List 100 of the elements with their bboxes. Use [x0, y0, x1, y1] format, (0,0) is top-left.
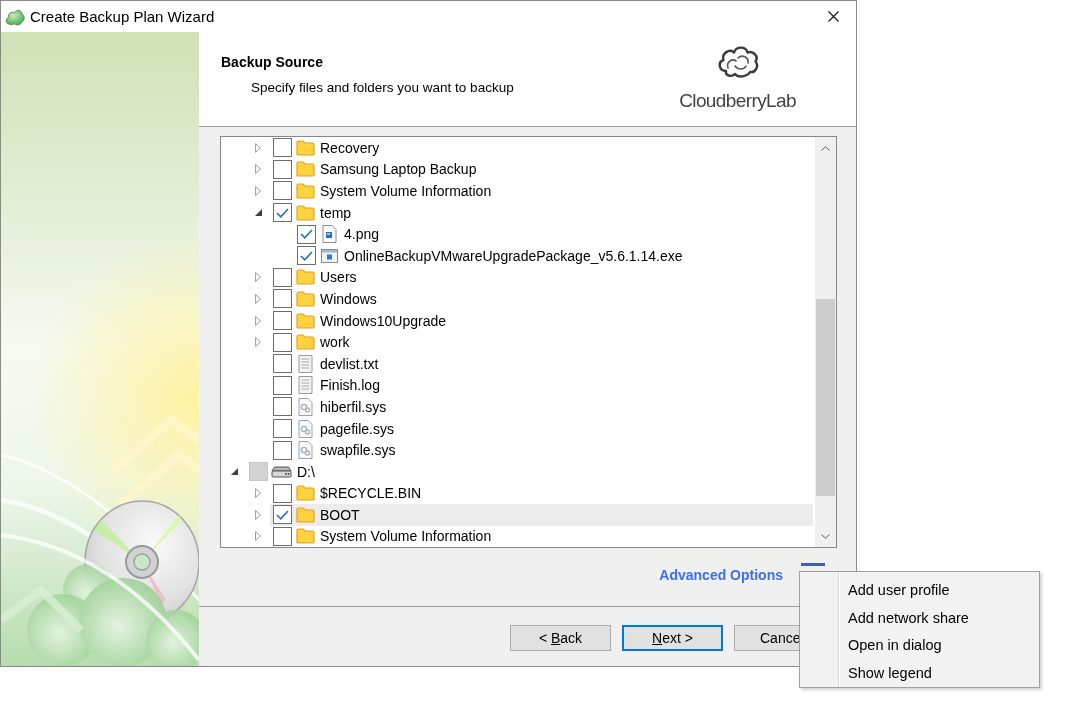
tree-item-label: Samsung Laptop Backup: [320, 161, 477, 178]
tree-item-label: $RECYCLE.BIN: [320, 485, 422, 502]
tree-item-label: System Volume Information: [320, 528, 492, 545]
checkbox[interactable]: [273, 138, 292, 158]
tree-item-label: work: [320, 334, 350, 351]
tree-row[interactable]: OnlineBackupVMwareUpgradePackage_v5.6.1.14.exe: [294, 244, 813, 267]
checkbox[interactable]: [297, 224, 316, 244]
checkbox[interactable]: [273, 505, 292, 525]
folder-icon: [296, 161, 315, 178]
tree-row[interactable]: Windows: [270, 288, 813, 310]
folder-icon: [296, 334, 315, 351]
tree-row[interactable]: temp: [270, 201, 813, 224]
window-title: Create Backup Plan Wizard: [30, 7, 215, 26]
checkbox[interactable]: [273, 483, 292, 503]
collapsed-triangle-icon[interactable]: [255, 315, 261, 326]
text-file-icon: [296, 376, 315, 395]
tree-item-label: OnlineBackupVMwareUpgradePackage_v5.6.1.14.exe: [344, 247, 683, 264]
checkbox[interactable]: [273, 289, 292, 309]
expanded-triangle-icon[interactable]: [254, 209, 262, 217]
text-file-icon: [296, 354, 315, 373]
tree-item-label: hiberfil.sys: [320, 398, 387, 415]
checkbox[interactable]: [273, 181, 292, 201]
folder-icon: [296, 290, 315, 307]
collapsed-triangle-icon[interactable]: [255, 509, 261, 520]
expanded-triangle-icon[interactable]: [230, 468, 238, 476]
tree-item-label: pagefile.sys: [320, 420, 394, 437]
menu-item[interactable]: Show legend: [800, 659, 1039, 687]
checkbox[interactable]: [273, 267, 292, 287]
page-title: Backup Source: [221, 54, 323, 71]
next-button[interactable]: Next >: [622, 625, 723, 651]
scrollbar-thumb[interactable]: [816, 299, 835, 496]
checkbox[interactable]: [273, 332, 292, 352]
program-window-icon: [320, 247, 339, 264]
tree-row[interactable]: BOOT: [270, 504, 813, 526]
tree-row[interactable]: Samsung Laptop Backup: [270, 158, 813, 181]
tree-row[interactable]: $RECYCLE.BIN: [270, 482, 813, 505]
collapsed-triangle-icon[interactable]: [255, 164, 261, 175]
tree-item-label: Finish.log: [320, 377, 380, 394]
tree-item-label: Recovery: [320, 139, 380, 156]
checkbox[interactable]: [273, 527, 292, 546]
tree-item-label: BOOT: [320, 506, 360, 523]
tree-item-label: devlist.txt: [320, 355, 379, 372]
check-icon: [276, 207, 289, 218]
close-icon[interactable]: [828, 11, 839, 22]
checkbox[interactable]: [273, 440, 292, 460]
folder-icon: [296, 183, 315, 199]
tree-row[interactable]: Recovery: [270, 137, 813, 159]
checkbox[interactable]: [297, 246, 316, 266]
folder-icon: [296, 528, 315, 545]
folder-icon: [296, 269, 315, 286]
tree-row[interactable]: swapfile.sys: [270, 439, 813, 461]
checkbox[interactable]: [273, 203, 292, 223]
folder-icon: [296, 506, 315, 523]
checkbox[interactable]: [273, 419, 292, 438]
checkbox[interactable]: [273, 397, 292, 417]
tree-row[interactable]: Finish.log: [270, 374, 813, 397]
checkbox[interactable]: [273, 311, 292, 331]
tree-item-label: Users: [320, 269, 357, 286]
tree-row[interactable]: D:\: [246, 460, 813, 483]
advanced-options-link[interactable]: Advanced Options: [659, 567, 783, 584]
check-icon: [300, 250, 313, 261]
folder-icon: [296, 204, 315, 221]
tree-row[interactable]: hiberfil.sys: [270, 396, 813, 418]
scrollbar[interactable]: [815, 137, 836, 547]
collapsed-triangle-icon[interactable]: [255, 488, 261, 499]
collapsed-triangle-icon[interactable]: [255, 186, 261, 196]
tree-item-label: swapfile.sys: [320, 442, 396, 459]
folder-icon: [296, 485, 315, 502]
page-subtitle: Specify files and folders you want to backup: [251, 79, 514, 96]
menu-item[interactable]: Add user profile: [800, 577, 1039, 605]
tree-row[interactable]: devlist.txt: [270, 352, 813, 375]
back-button[interactable]: < Back: [510, 625, 611, 651]
collapsed-triangle-icon[interactable]: [255, 142, 261, 153]
tree-item-label: 4.png: [344, 226, 380, 243]
gear-document-icon: [296, 397, 315, 416]
collapsed-triangle-icon[interactable]: [255, 531, 261, 542]
tree-item-label: temp: [320, 204, 352, 221]
checkbox[interactable]: [249, 462, 268, 482]
gear-document-icon: [296, 441, 315, 460]
collapsed-triangle-icon[interactable]: [255, 272, 261, 283]
checkbox[interactable]: [273, 159, 292, 179]
hard-drive-icon: [271, 465, 292, 478]
checkbox[interactable]: [273, 354, 292, 374]
tree-item-label: Windows10Upgrade: [320, 312, 447, 329]
folder-icon: [296, 139, 315, 156]
folder-icon: [296, 312, 315, 329]
cloud-icon: [5, 7, 25, 26]
tree-item-label: System Volume Information: [320, 183, 492, 199]
tree-row[interactable]: pagefile.sys: [270, 417, 813, 440]
logo-text: CloudberryLab: [679, 90, 796, 112]
collapsed-triangle-icon[interactable]: [255, 293, 261, 304]
tree-item-label: Windows: [320, 290, 377, 307]
tree-row[interactable]: work: [270, 331, 813, 353]
tree-row[interactable]: System Volume Information: [270, 525, 813, 547]
collapsed-triangle-icon[interactable]: [255, 337, 261, 348]
tree-row[interactable]: System Volume Information: [270, 180, 813, 202]
tree-row[interactable]: Windows10Upgrade: [270, 309, 813, 332]
checkbox[interactable]: [273, 375, 292, 395]
tree-row[interactable]: Users: [270, 266, 813, 289]
tree-row[interactable]: 4.png: [294, 223, 813, 245]
